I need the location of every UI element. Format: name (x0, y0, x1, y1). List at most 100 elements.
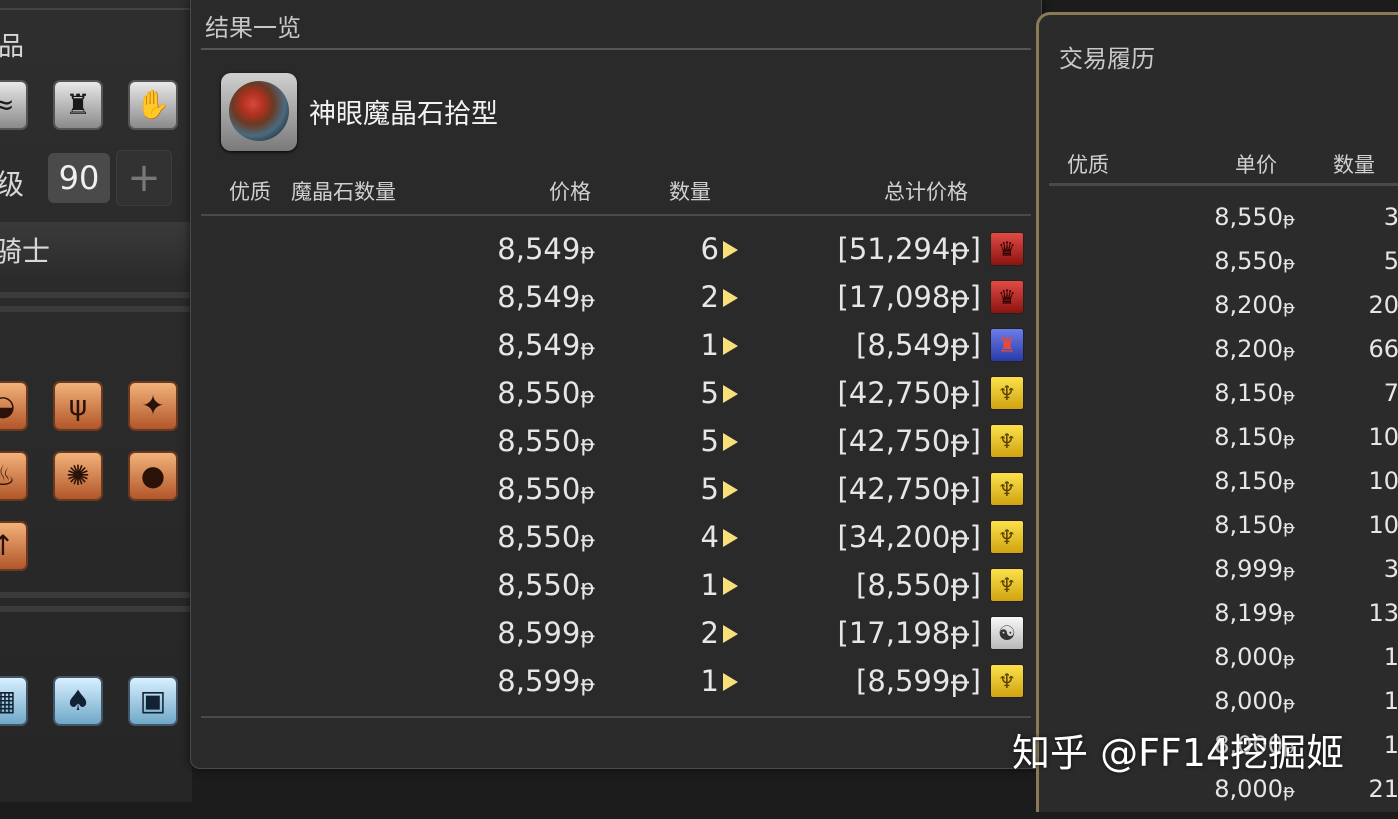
listing-total: [51,294ᵽ] (837, 232, 981, 266)
category-body-armor-icon[interactable]: ♜ (53, 80, 103, 130)
category-furniture-icon[interactable]: ▦ (0, 676, 28, 726)
column-header-total[interactable]: 总计价格 (884, 176, 968, 206)
play-arrow-icon[interactable] (723, 625, 738, 643)
listing-row[interactable]: 8,549ᵽ 2 [17,098ᵽ] ♛ (191, 280, 1041, 328)
history-quantity: 10 (1368, 467, 1398, 495)
retainer-city-icon: ♆ (990, 520, 1024, 554)
column-header-price[interactable]: 价格 (549, 176, 591, 206)
listing-row[interactable]: 8,599ᵽ 2 [17,198ᵽ] ☯ (191, 616, 1041, 664)
listing-quantity: 1 (700, 568, 719, 602)
listing-price: 8,549ᵽ (497, 232, 595, 266)
history-price: 8,200ᵽ (1214, 335, 1295, 363)
history-quantity: 10 (1368, 511, 1398, 539)
play-arrow-icon[interactable] (723, 385, 738, 403)
listing-total: [42,750ᵽ] (837, 376, 981, 410)
listing-price: 8,550ᵽ (497, 472, 595, 506)
listing-total: [42,750ᵽ] (837, 424, 981, 458)
history-quantity: 1 (1383, 731, 1398, 759)
listing-quantity: 2 (700, 616, 719, 650)
category-seafood-icon[interactable]: ✦ (128, 381, 178, 431)
column-header-quality[interactable]: 优质 (229, 176, 271, 206)
divider (0, 592, 192, 598)
history-price: 8,150ᵽ (1214, 511, 1295, 539)
divider (201, 716, 1031, 718)
category-boots-icon[interactable]: ≈ (0, 80, 28, 130)
history-price: 8,550ᵽ (1214, 203, 1295, 231)
level-input[interactable]: 90 (48, 153, 110, 203)
listing-total: [8,549ᵽ] (856, 328, 981, 362)
history-price: 8,200ᵽ (1214, 291, 1295, 319)
listing-row[interactable]: 8,549ᵽ 6 [51,294ᵽ] ♛ (191, 232, 1041, 280)
play-arrow-icon[interactable] (723, 337, 738, 355)
gil-icon: ᵽ (580, 528, 595, 553)
listing-quantity: 5 (700, 472, 719, 506)
gil-icon: ᵽ (580, 672, 595, 697)
gil-icon: ᵽ (580, 384, 595, 409)
play-arrow-icon[interactable] (723, 577, 738, 595)
history-quantity: 20 (1368, 291, 1398, 319)
gil-icon: ᵽ (1282, 297, 1295, 318)
materia-item-icon[interactable] (221, 73, 297, 151)
history-row: 8,000ᵽ 1 (1039, 643, 1398, 687)
listing-total: [17,098ᵽ] (837, 280, 981, 314)
retainer-city-icon: ♆ (990, 568, 1024, 602)
history-price: 8,550ᵽ (1214, 247, 1295, 275)
play-arrow-icon[interactable] (723, 481, 738, 499)
category-medicine-icon[interactable]: ♨ (0, 451, 28, 501)
level-plus-button[interactable]: + (116, 150, 172, 206)
history-row: 8,550ᵽ 5 (1039, 247, 1398, 291)
category-crystal-icon[interactable]: ↑ (0, 521, 28, 571)
play-arrow-icon[interactable] (723, 241, 738, 259)
listing-quantity: 1 (700, 328, 719, 362)
history-row: 8,200ᵽ 20 (1039, 291, 1398, 335)
listing-price: 8,599ᵽ (497, 616, 595, 650)
gil-icon: ᵽ (580, 624, 595, 649)
category-food-icon[interactable]: ψ (53, 381, 103, 431)
column-header-unit-price[interactable]: 单价 (1235, 149, 1277, 179)
listing-price: 8,550ᵽ (497, 520, 595, 554)
listing-quantity: 4 (700, 520, 719, 554)
watermark: 知乎 @FF14挖掘姬 (1012, 731, 1345, 775)
history-row: 8,150ᵽ 10 (1039, 511, 1398, 555)
left-search-panel: 品 ≈ ♜ ✋ 级 90 + 骑士 ◒ ψ ✦ ♨ ✺ ● ↑ ▦ ♠ ▣ (0, 0, 192, 802)
divider (201, 214, 1031, 216)
gil-icon: ᵽ (1282, 561, 1295, 582)
category-gloves-icon[interactable]: ✋ (128, 80, 178, 130)
listing-total: [17,198ᵽ] (837, 616, 981, 650)
play-arrow-icon[interactable] (723, 529, 738, 547)
history-price: 8,999ᵽ (1214, 555, 1295, 583)
listing-row[interactable]: 8,599ᵽ 1 [8,599ᵽ] ♆ (191, 664, 1041, 712)
play-arrow-icon[interactable] (723, 289, 738, 307)
column-header-materia[interactable]: 魔晶石数量 (291, 176, 396, 206)
listing-row[interactable]: 8,550ᵽ 5 [42,750ᵽ] ♆ (191, 424, 1041, 472)
listing-row[interactable]: 8,550ᵽ 1 [8,550ᵽ] ♆ (191, 568, 1041, 616)
category-orb-icon[interactable]: ● (128, 451, 178, 501)
history-price: 8,000ᵽ (1214, 687, 1295, 715)
listing-price: 8,550ᵽ (497, 376, 595, 410)
listing-row[interactable]: 8,550ᵽ 5 [42,750ᵽ] ♆ (191, 376, 1041, 424)
retainer-city-icon: ♆ (990, 376, 1024, 410)
category-garden-icon[interactable]: ♠ (53, 676, 103, 726)
gil-icon: ᵽ (1282, 209, 1295, 230)
play-arrow-icon[interactable] (723, 433, 738, 451)
retainer-city-icon: ♛ (990, 232, 1024, 266)
item-name: 神眼魔晶石拾型 (309, 99, 498, 130)
category-meal-icon[interactable]: ◒ (0, 381, 28, 431)
divider (0, 306, 192, 312)
play-arrow-icon[interactable] (723, 673, 738, 691)
divider (0, 8, 192, 10)
gil-icon: ᵽ (1282, 385, 1295, 406)
category-materia-icon[interactable]: ✺ (53, 451, 103, 501)
column-header-quality[interactable]: 优质 (1067, 149, 1109, 179)
listing-row[interactable]: 8,549ᵽ 1 [8,549ᵽ] ♜ (191, 328, 1041, 376)
retainer-city-icon: ♆ (990, 424, 1024, 458)
gil-icon: ᵽ (580, 288, 595, 313)
column-header-quantity[interactable]: 数量 (669, 176, 711, 206)
history-price: 8,199ᵽ (1214, 599, 1295, 627)
job-dropdown[interactable]: 骑士 (0, 222, 192, 276)
listing-row[interactable]: 8,550ᵽ 4 [34,200ᵽ] ♆ (191, 520, 1041, 568)
column-header-quantity[interactable]: 数量 (1333, 149, 1375, 179)
history-price: 8,150ᵽ (1214, 423, 1295, 451)
category-dye-icon[interactable]: ▣ (128, 676, 178, 726)
listing-row[interactable]: 8,550ᵽ 5 [42,750ᵽ] ♆ (191, 472, 1041, 520)
